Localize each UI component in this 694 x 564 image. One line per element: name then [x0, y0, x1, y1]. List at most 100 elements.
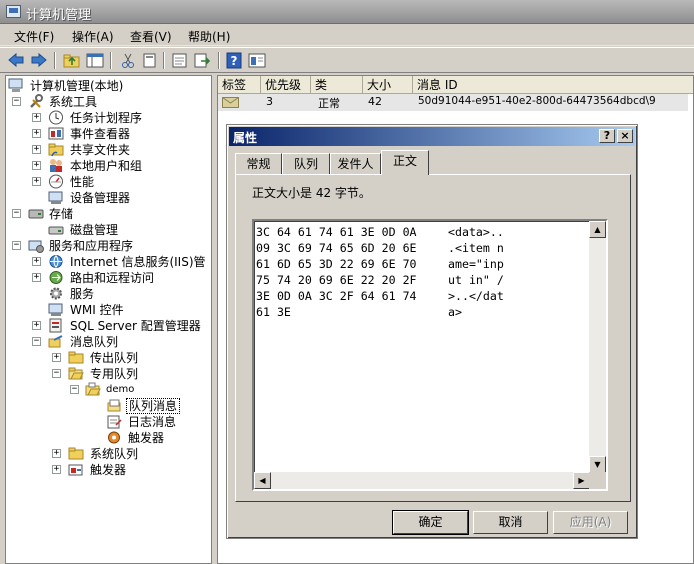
- trigger-icon: [68, 464, 83, 476]
- services-apps-icon: [28, 240, 44, 253]
- expand-icon[interactable]: +: [32, 321, 41, 330]
- expand-icon[interactable]: +: [32, 257, 41, 266]
- hex-line: 61 3E a>: [256, 304, 590, 320]
- hex-ascii: >..</dat: [448, 289, 504, 303]
- row-priority: 3: [266, 95, 273, 108]
- horizontal-scrollbar[interactable]: ◀ ▶: [254, 472, 590, 489]
- collapse-icon[interactable]: −: [12, 97, 21, 106]
- back-icon[interactable]: [6, 51, 26, 70]
- column-label[interactable]: 标签: [218, 76, 261, 94]
- tree-label: 本地用户和组: [70, 159, 143, 173]
- hex-line: 3C 64 61 74 61 3E 0D 0A <data>..: [256, 224, 590, 240]
- export-icon[interactable]: [192, 51, 212, 70]
- menu-action[interactable]: 操作(A): [72, 28, 114, 45]
- tree-label: Internet 信息服务(IIS)管: [70, 255, 206, 269]
- help-button[interactable]: ?: [599, 129, 615, 143]
- scroll-down-icon[interactable]: ▼: [589, 456, 606, 473]
- tree-label-selected: 队列消息: [126, 398, 181, 414]
- collapse-icon[interactable]: −: [32, 337, 41, 346]
- vertical-scrollbar[interactable]: ▲ ▼: [589, 221, 606, 473]
- tree-label: 存储: [49, 207, 74, 221]
- menu-view[interactable]: 查看(V): [130, 28, 172, 45]
- scroll-right-icon[interactable]: ▶: [573, 472, 590, 489]
- tree-label: 设备管理器: [70, 191, 131, 205]
- hex-ascii: a>: [448, 305, 462, 319]
- open-folder-icon: [68, 367, 84, 380]
- ok-button[interactable]: 确定: [392, 510, 469, 535]
- expand-icon[interactable]: +: [32, 273, 41, 282]
- hex-dump-content: 3C 64 61 74 61 3E 0D 0A <data>.. 09 3C 69…: [256, 224, 590, 320]
- journal-icon: [107, 415, 122, 429]
- trigger-icon: [108, 431, 120, 444]
- window-title: 计算机管理: [26, 8, 92, 23]
- expand-icon[interactable]: +: [32, 177, 41, 186]
- collapse-icon[interactable]: −: [52, 369, 61, 378]
- help-icon[interactable]: ?: [224, 51, 244, 70]
- tab-body[interactable]: 正文: [381, 150, 429, 175]
- clock-icon: [49, 110, 63, 125]
- hex-bytes: 3E 0D 0A 3C 2F 64 61 74: [256, 289, 417, 303]
- menu-file[interactable]: 文件(F): [14, 28, 54, 45]
- up-folder-icon[interactable]: [62, 51, 82, 70]
- menu-help[interactable]: 帮助(H): [188, 28, 230, 45]
- computer-management-icon: [6, 5, 21, 18]
- collapse-icon[interactable]: −: [12, 209, 21, 218]
- copy-icon[interactable]: [140, 51, 160, 70]
- tree-label: 性能: [70, 175, 95, 189]
- tree-label: 触发器: [90, 463, 127, 477]
- column-size[interactable]: 大小: [363, 76, 413, 94]
- body-size-text: 正文大小是 42 字节。: [252, 186, 371, 200]
- expand-icon[interactable]: +: [32, 145, 41, 154]
- scroll-left-icon[interactable]: ◀: [254, 472, 271, 489]
- expand-icon[interactable]: +: [52, 353, 61, 362]
- collapse-icon[interactable]: −: [12, 241, 21, 250]
- table-row[interactable]: 3 正常 42 50d91044-e951-40e2-800d-64473564…: [218, 94, 688, 111]
- apply-button[interactable]: 应用(A): [553, 511, 628, 534]
- device-manager-icon: [48, 191, 63, 204]
- column-message-id[interactable]: 消息 ID: [413, 76, 693, 94]
- tree-label: 日志消息: [128, 415, 177, 429]
- column-priority[interactable]: 优先级: [261, 76, 311, 94]
- tab-general[interactable]: 常规: [235, 153, 282, 174]
- column-class[interactable]: 类: [311, 76, 363, 94]
- scroll-corner: [589, 472, 606, 489]
- gear-icon: [50, 287, 62, 300]
- tab-queue[interactable]: 队列: [282, 153, 330, 174]
- expand-icon[interactable]: +: [32, 129, 41, 138]
- show-hide-tree-icon[interactable]: [85, 51, 105, 70]
- close-button[interactable]: ×: [617, 129, 633, 143]
- hex-dump-box[interactable]: 3C 64 61 74 61 3E 0D 0A <data>.. 09 3C 69…: [252, 219, 608, 491]
- tree-label: demo: [106, 384, 135, 395]
- cancel-button[interactable]: 取消: [473, 511, 548, 534]
- computer-management-window: 计算机管理 文件(F) 操作(A) 查看(V) 帮助(H) ? 计算机管理(本地…: [0, 0, 694, 564]
- wmi-icon: [48, 303, 63, 316]
- hex-bytes: 61 3E: [256, 305, 291, 319]
- svg-text:?: ?: [231, 54, 238, 68]
- title-bar: 计算机管理: [0, 0, 694, 24]
- tools-icon: [30, 94, 43, 108]
- expand-icon[interactable]: +: [52, 449, 61, 458]
- folder-icon: [68, 447, 84, 460]
- list-header: 标签 优先级 类 大小 消息 ID: [218, 76, 693, 94]
- dialog-title-bar: 属性 ? ×: [229, 127, 635, 146]
- hex-bytes: 61 6D 65 3D 22 69 6E 70: [256, 257, 417, 271]
- tab-sender[interactable]: 发件人: [330, 153, 381, 174]
- tree-label: 系统队列: [90, 447, 139, 461]
- toolbar: ?: [0, 47, 694, 73]
- hex-line: 09 3C 69 74 65 6D 20 6E .<item n: [256, 240, 590, 256]
- body-tab-panel: 正文大小是 42 字节。 3C 64 61 74 61 3E 0D 0A <dat…: [235, 174, 631, 502]
- expand-icon[interactable]: +: [32, 161, 41, 170]
- menu-bar: 文件(F) 操作(A) 查看(V) 帮助(H): [0, 24, 694, 46]
- collapse-icon[interactable]: −: [70, 385, 79, 394]
- hex-line: 61 6D 65 3D 22 69 6E 70 ame="inp: [256, 256, 590, 272]
- properties-icon[interactable]: [170, 51, 190, 70]
- scroll-up-icon[interactable]: ▲: [589, 221, 606, 238]
- expand-icon[interactable]: +: [52, 465, 61, 474]
- message-icon: [222, 97, 239, 108]
- tree-label: 磁盘管理: [70, 223, 119, 237]
- cut-icon[interactable]: [118, 51, 138, 70]
- expand-icon[interactable]: +: [32, 113, 41, 122]
- view-icon[interactable]: [247, 51, 267, 70]
- forward-icon[interactable]: [29, 51, 49, 70]
- message-queuing-icon: [48, 335, 63, 348]
